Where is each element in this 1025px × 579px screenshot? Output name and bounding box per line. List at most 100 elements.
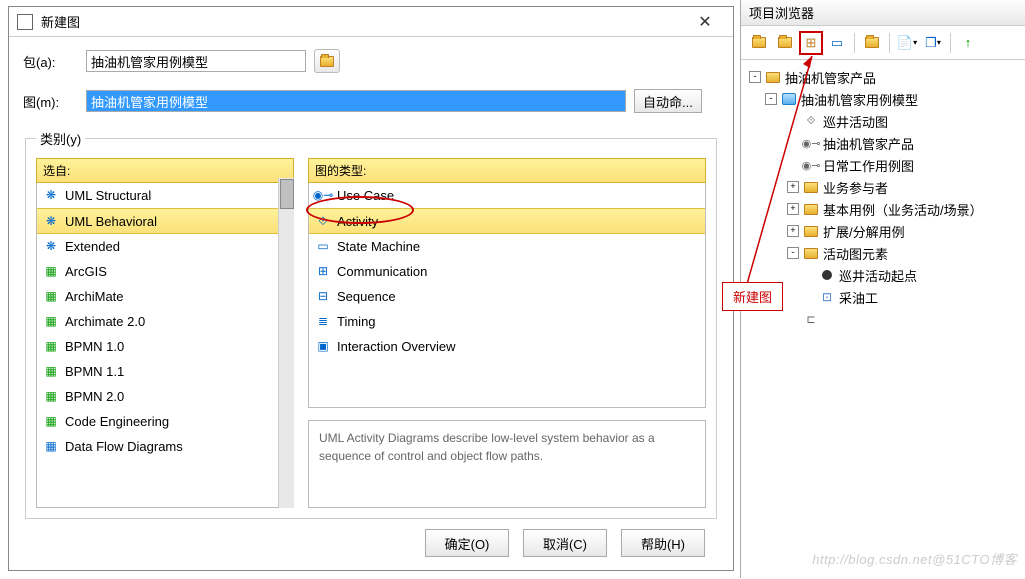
tree-element[interactable]: 巡井活动起点	[745, 264, 1021, 286]
package-input[interactable]	[86, 50, 306, 72]
diagram-type-list[interactable]: ◉⊸Use Case ⟐Activity ▭State Machine ⊞Com…	[308, 183, 706, 408]
uml-icon: ❋	[43, 238, 59, 254]
separator	[889, 33, 890, 53]
template-icon: ▦	[43, 438, 59, 454]
template-icon: ▦	[43, 288, 59, 304]
type-item[interactable]: ▭State Machine	[309, 234, 705, 259]
tree-folder[interactable]: -活动图元素	[745, 242, 1021, 264]
diagram-icon: ⊞	[806, 35, 817, 51]
separator	[950, 33, 951, 53]
doc-icon: 📄	[897, 35, 913, 51]
category-item[interactable]: ▦BPMN 1.1	[37, 359, 293, 384]
ok-button[interactable]: 确定(O)	[425, 529, 509, 557]
tree-diagram[interactable]: ◉⊸日常工作用例图	[745, 154, 1021, 176]
empty-icon: ⊏	[803, 311, 819, 327]
dialog-title: 新建图	[41, 12, 685, 31]
category-list[interactable]: ❋UML Structural ❋UML Behavioral ❋Extende…	[36, 183, 294, 508]
package-icon	[782, 93, 796, 105]
new-element-button[interactable]: ▭	[825, 31, 849, 55]
element-icon: ▭	[831, 35, 843, 51]
tree-actor[interactable]: 采油工	[745, 286, 1021, 308]
collapse-icon[interactable]: -	[787, 247, 799, 259]
expand-icon[interactable]: +	[787, 203, 799, 215]
category-item[interactable]: ▦ArcGIS	[37, 259, 293, 284]
expand-icon[interactable]: +	[787, 181, 799, 193]
category-item[interactable]: ▦BPMN 1.0	[37, 334, 293, 359]
usecase-diagram-icon: ◉⊸	[803, 157, 819, 173]
type-item[interactable]: ⊟Sequence	[309, 284, 705, 309]
tree-diagram[interactable]: ◉⊸抽油机管家产品	[745, 132, 1021, 154]
actor-icon	[819, 289, 835, 305]
type-item[interactable]: ⊞Communication	[309, 259, 705, 284]
arrow-up-icon: ↑	[965, 35, 972, 50]
tree-root[interactable]: -抽油机管家产品	[745, 66, 1021, 88]
category-item[interactable]: ❋UML Structural	[37, 183, 293, 208]
category-item[interactable]: ❋Extended	[37, 234, 293, 259]
separator	[854, 33, 855, 53]
category-legend: 类别(y)	[36, 129, 85, 148]
type-item[interactable]: ▣Interaction Overview	[309, 334, 705, 359]
scrollbar[interactable]	[278, 178, 294, 508]
tree-empty[interactable]: ⊏	[745, 308, 1021, 330]
up-arrow-button[interactable]: ↑	[956, 31, 980, 55]
activity-diagram-icon: ⟐	[803, 113, 819, 129]
folder-icon	[320, 56, 334, 67]
usecase-icon: ◉⊸	[315, 187, 331, 203]
uml-icon: ❋	[43, 187, 59, 203]
category-item[interactable]: ▦BPMN 2.0	[37, 384, 293, 409]
category-item[interactable]: ▦Data Flow Diagrams	[37, 434, 293, 459]
watermark: http://blog.csdn.net@51CTO博客	[812, 549, 1017, 568]
type-item[interactable]: ⟐Activity	[309, 208, 705, 234]
state-icon: ▭	[315, 238, 331, 254]
help-button[interactable]: 帮助(H)	[621, 529, 705, 557]
collapse-icon[interactable]: -	[765, 93, 777, 105]
collapse-icon[interactable]: -	[749, 71, 761, 83]
browse-package-button[interactable]	[314, 49, 340, 73]
tree-folder[interactable]: +业务参与者	[745, 176, 1021, 198]
category-item[interactable]: ▦Archimate 2.0	[37, 309, 293, 334]
folder-plus-icon	[778, 37, 792, 48]
diagram-types-header: 图的类型:	[308, 158, 706, 183]
app-icon	[17, 14, 33, 30]
tree-folder[interactable]: +扩展/分解用例	[745, 220, 1021, 242]
initial-node-icon	[822, 270, 832, 280]
description-text: UML Activity Diagrams describe low-level…	[308, 420, 706, 508]
close-button[interactable]: ✕	[685, 7, 725, 37]
diagram-name-input[interactable]	[86, 90, 626, 112]
folder-icon	[752, 37, 766, 48]
cancel-button[interactable]: 取消(C)	[523, 529, 607, 557]
auto-name-button[interactable]: 自动命...	[634, 89, 702, 113]
link-button[interactable]	[860, 31, 884, 55]
template-icon: ▦	[43, 263, 59, 279]
expand-icon[interactable]: +	[787, 225, 799, 237]
copy-icon: ❐	[925, 35, 937, 51]
title-bar: 新建图 ✕	[9, 7, 733, 37]
type-item[interactable]: ≣Timing	[309, 309, 705, 334]
timing-icon: ≣	[315, 313, 331, 329]
category-item[interactable]: ❋UML Behavioral	[37, 208, 293, 234]
browser-title: 项目浏览器	[741, 0, 1025, 26]
new-diagram-button[interactable]: ⊞	[799, 31, 823, 55]
doc-dropdown[interactable]: 📄▾	[895, 31, 919, 55]
new-model-button[interactable]	[773, 31, 797, 55]
sequence-icon: ⊟	[315, 288, 331, 304]
project-tree[interactable]: -抽油机管家产品 -抽油机管家用例模型 ⟐巡井活动图 ◉⊸抽油机管家产品 ◉⊸日…	[741, 60, 1025, 336]
tree-folder[interactable]: +基本用例（业务活动/场景）	[745, 198, 1021, 220]
folder-icon	[804, 226, 818, 237]
new-package-button[interactable]	[747, 31, 771, 55]
copy-dropdown[interactable]: ❐▾	[921, 31, 945, 55]
folder-icon	[804, 182, 818, 193]
template-icon: ▦	[43, 388, 59, 404]
usecase-diagram-icon: ◉⊸	[803, 135, 819, 151]
package-label: 包(a):	[23, 52, 78, 71]
category-item[interactable]: ▦ArchiMate	[37, 284, 293, 309]
new-diagram-dialog: 新建图 ✕ 包(a): 图(m): 自动命... 类别(y) 选自: ❋UML …	[8, 6, 734, 571]
tree-diagram[interactable]: ⟐巡井活动图	[745, 110, 1021, 132]
folder-icon	[766, 72, 780, 83]
folder-icon	[804, 204, 818, 215]
browser-toolbar: ⊞ ▭ 📄▾ ❐▾ ↑	[741, 26, 1025, 60]
type-item[interactable]: ◉⊸Use Case	[309, 183, 705, 208]
tree-model[interactable]: -抽油机管家用例模型	[745, 88, 1021, 110]
category-item[interactable]: ▦Code Engineering	[37, 409, 293, 434]
annotation-label: 新建图	[722, 282, 783, 311]
